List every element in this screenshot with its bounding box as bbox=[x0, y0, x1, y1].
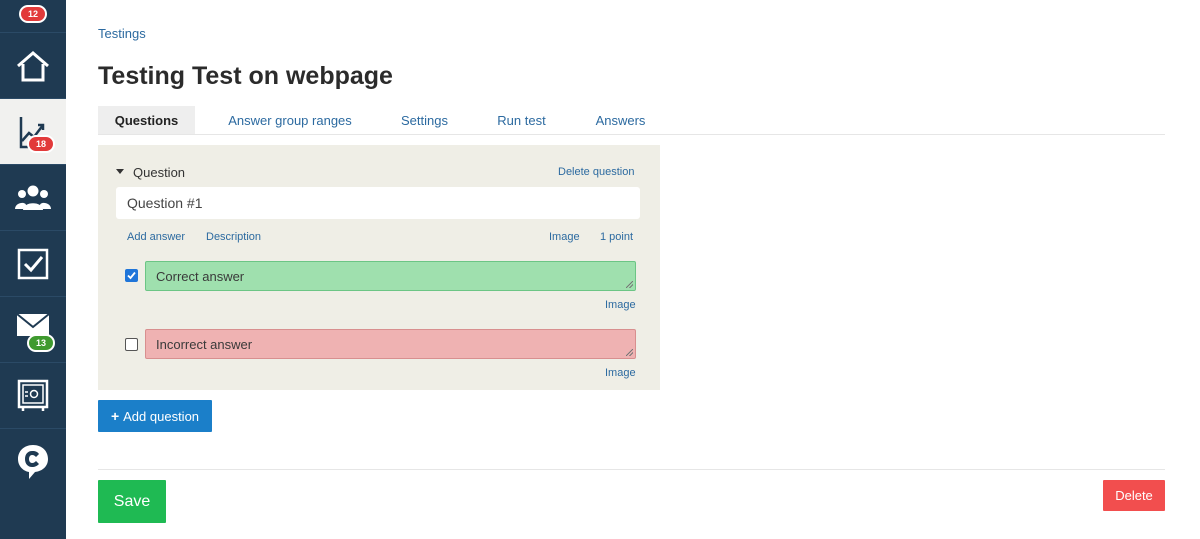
answer-text-incorrect[interactable]: Incorrect answer bbox=[145, 329, 636, 359]
answer-image-link[interactable]: Image bbox=[605, 367, 636, 379]
mail-badge: 13 bbox=[27, 334, 55, 352]
tab-questions[interactable]: Questions bbox=[98, 106, 195, 134]
users-icon bbox=[15, 185, 51, 210]
answer-image-link[interactable]: Image bbox=[605, 299, 636, 311]
answer-correct-checkbox[interactable] bbox=[125, 269, 138, 282]
sidebar: 12 18 13 bbox=[0, 0, 66, 539]
safe-icon bbox=[17, 379, 49, 411]
resize-grip-icon[interactable] bbox=[626, 281, 633, 288]
chat-logo-icon bbox=[18, 444, 48, 479]
home-icon bbox=[17, 50, 49, 81]
add-question-label: Add question bbox=[123, 408, 200, 424]
check-icon bbox=[127, 271, 136, 280]
description-link[interactable]: Description bbox=[206, 231, 261, 243]
sidebar-item-chat[interactable] bbox=[0, 428, 66, 494]
resize-grip-icon[interactable] bbox=[626, 349, 633, 356]
caret-down-icon[interactable] bbox=[116, 169, 124, 174]
add-question-button[interactable]: + Add question bbox=[98, 400, 212, 432]
breadcrumb-testings[interactable]: Testings bbox=[98, 26, 146, 41]
points-link[interactable]: 1 point bbox=[600, 231, 633, 243]
answer-text-value: Incorrect answer bbox=[156, 336, 253, 352]
answer-incorrect-checkbox[interactable] bbox=[125, 338, 138, 351]
delete-button[interactable]: Delete bbox=[1103, 480, 1165, 511]
sidebar-item-mail[interactable] bbox=[0, 296, 66, 362]
notification-badge: 12 bbox=[19, 5, 47, 23]
add-answer-link[interactable]: Add answer bbox=[127, 231, 185, 243]
analytics-badge: 18 bbox=[27, 135, 55, 153]
tab-answers[interactable]: Answers bbox=[588, 106, 653, 134]
tab-answer-group-ranges[interactable]: Answer group ranges bbox=[214, 106, 366, 134]
question-panel: Question Delete question Question #1 Add… bbox=[98, 145, 660, 390]
save-button[interactable]: Save bbox=[98, 480, 166, 523]
footer-divider bbox=[98, 469, 1165, 470]
plus-icon: + bbox=[110, 408, 120, 424]
tab-bar: Questions Answer group ranges Settings R… bbox=[98, 106, 1165, 135]
question-title-input[interactable]: Question #1 bbox=[116, 187, 640, 219]
question-section-label[interactable]: Question bbox=[133, 165, 185, 180]
delete-question-link[interactable]: Delete question bbox=[558, 166, 634, 178]
tab-settings[interactable]: Settings bbox=[393, 106, 456, 134]
answer-text-value: Correct answer bbox=[156, 268, 245, 284]
answer-text-correct[interactable]: Correct answer bbox=[145, 261, 636, 291]
sidebar-item-tasks[interactable] bbox=[0, 230, 66, 296]
sidebar-item-analytics[interactable] bbox=[0, 98, 66, 164]
checkbox-icon bbox=[17, 248, 49, 279]
sidebar-item-safe[interactable] bbox=[0, 362, 66, 428]
page-title: Testing Test on webpage bbox=[98, 62, 393, 90]
sidebar-item-home[interactable] bbox=[0, 32, 66, 98]
question-image-link[interactable]: Image bbox=[549, 231, 580, 243]
tab-run-test[interactable]: Run test bbox=[490, 106, 553, 134]
envelope-icon bbox=[16, 312, 50, 336]
sidebar-item-users[interactable] bbox=[0, 164, 66, 230]
app-root: 12 18 13 Testings Testing Test on webpag… bbox=[0, 0, 1200, 539]
